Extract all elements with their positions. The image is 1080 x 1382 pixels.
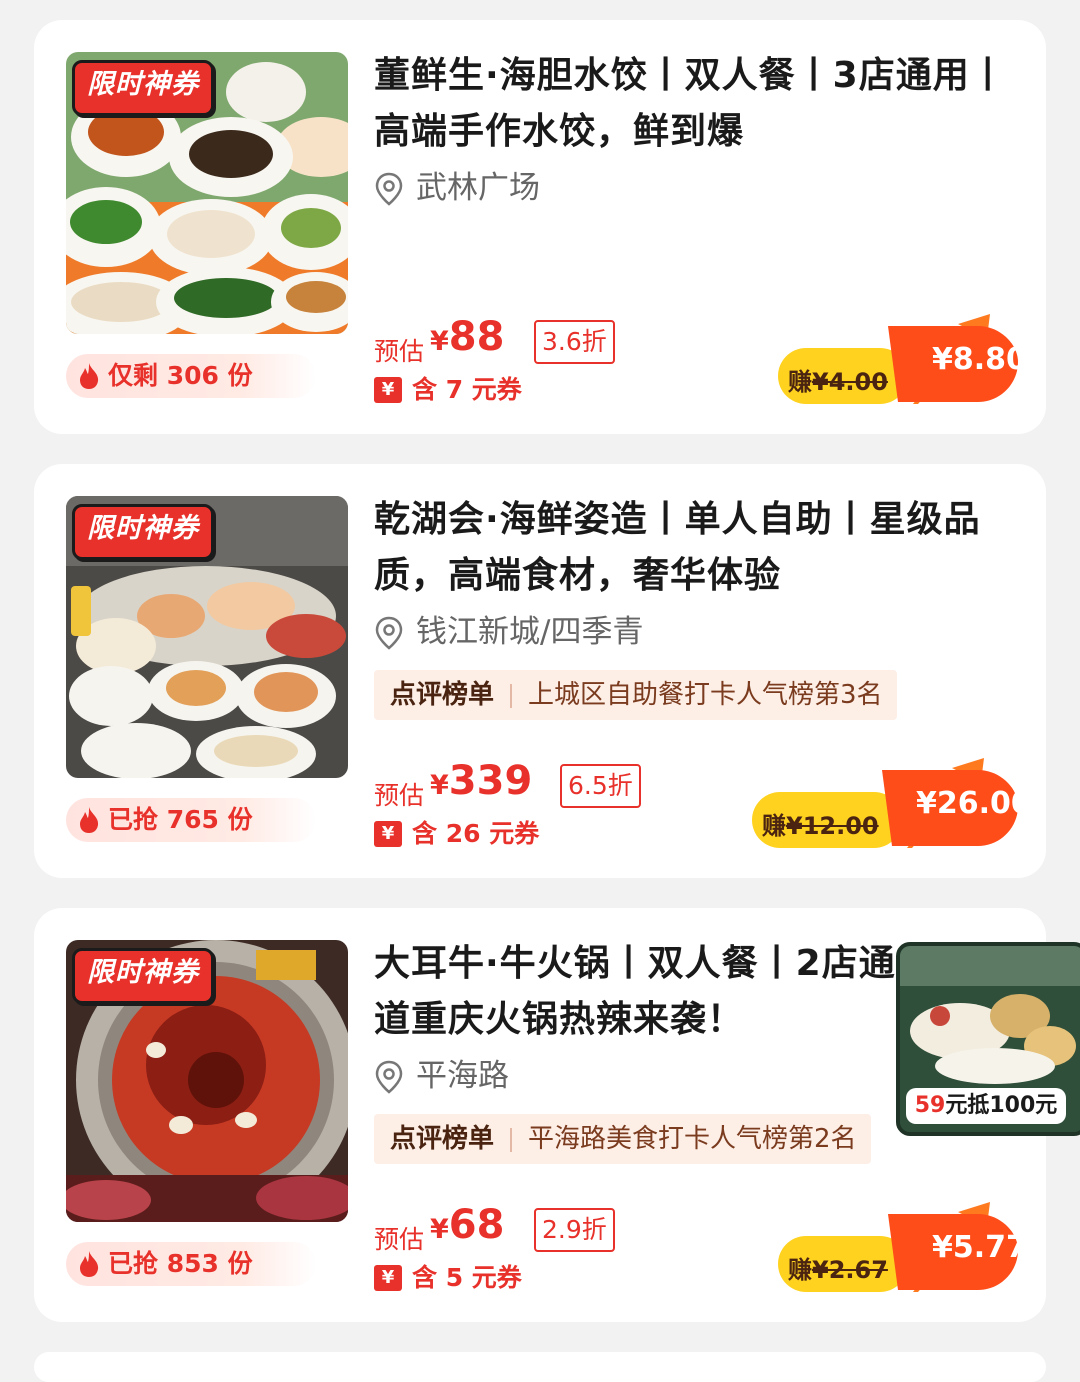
price-row: 预估 ¥339 6.5折: [374, 758, 654, 816]
location-text: 平海路: [416, 1058, 509, 1094]
deal-card[interactable]: 限时神券 仅剩 306 份 董鲜生·海胆水饺丨双人餐丨3店通用丨高端手作水饺，鲜…: [34, 20, 1046, 434]
discount-badge: 3.6折: [534, 320, 615, 364]
stock-badge: 仅剩 306 份: [66, 354, 316, 398]
location-text: 钱江新城/四季青: [416, 614, 644, 650]
limited-coupon-tag: 限时神券: [72, 60, 214, 116]
ranking-badge[interactable]: 点评榜单 上城区自助餐打卡人气榜第3名: [374, 670, 897, 720]
yuan-coupon-icon: ¥: [374, 377, 402, 403]
ranking-label: 点评榜单: [390, 1124, 495, 1154]
deal-card[interactable]: 限时神券 已抢 765 份 乾湖会·海鲜姿造丨单人自助丨星级品质，高端食材，奢华…: [34, 464, 1046, 878]
ranking-divider: [510, 1127, 513, 1152]
price-row: 预估 ¥68 2.9折: [374, 1202, 634, 1260]
stock-text: 仅剩 306 份: [108, 361, 253, 390]
fire-icon: [80, 1251, 99, 1277]
price-amount: ¥339: [430, 758, 533, 804]
floating-promo-ad[interactable]: 59元抵100元: [896, 942, 1080, 1136]
price-prefix: 预估: [374, 337, 425, 366]
stock-badge: 已抢 765 份: [66, 798, 316, 842]
earn-label: 赚¥2.67: [788, 1256, 888, 1284]
deal-image-seafood[interactable]: 限时神券: [66, 496, 348, 778]
earn-button[interactable]: 赚¥12.00 ¥26.00: [752, 758, 1032, 848]
yuan-coupon-icon: ¥: [374, 1265, 402, 1291]
coupon-info: ¥ 含 26 元券: [374, 816, 574, 852]
fire-icon: [80, 807, 99, 833]
fire-icon: [80, 363, 99, 389]
deal-image-dumplings[interactable]: 限时神券: [66, 52, 348, 334]
coupon-info: ¥ 含 5 元券: [374, 1260, 574, 1296]
stock-badge: 已抢 853 份: [66, 1242, 316, 1286]
ranking-badge[interactable]: 点评榜单 平海路美食打卡人气榜第2名: [374, 1114, 871, 1164]
location-text: 武林广场: [416, 170, 540, 206]
price-row: 预估 ¥88 3.6折: [374, 314, 634, 372]
ranking-text: 上城区自助餐打卡人气榜第3名: [528, 680, 883, 710]
deal-title[interactable]: 乾湖会·海鲜姿造丨单人自助丨星级品质，高端食材，奢华体验: [374, 492, 1024, 604]
earn-button[interactable]: 赚¥2.67 ¥5.77: [778, 1202, 1027, 1292]
promo-label[interactable]: 59元抵100元: [906, 1088, 1066, 1124]
price-amount: ¥68: [430, 1202, 505, 1248]
limited-coupon-tag: 限时神券: [72, 948, 214, 1004]
discount-badge: 2.9折: [534, 1208, 615, 1252]
price-amount: ¥88: [430, 314, 505, 360]
price-prefix: 预估: [374, 781, 425, 810]
ranking-text: 平海路美食打卡人气榜第2名: [528, 1124, 857, 1154]
stock-text: 已抢 765 份: [108, 805, 253, 834]
earn-label: 赚¥12.00: [762, 812, 879, 840]
deal-image-hotpot[interactable]: 限时神券: [66, 940, 348, 1222]
coupon-info: ¥ 含 7 元券: [374, 372, 574, 408]
deal-card[interactable]: 限时神券 已抢 853 份 大耳牛·牛火锅丨双人餐丨2店通用丨地道重庆火锅热辣来…: [34, 908, 1046, 1322]
location-pin-icon: [375, 1060, 403, 1094]
limited-coupon-tag: 限时神券: [72, 504, 214, 560]
price-prefix: 预估: [374, 1225, 425, 1254]
stock-text: 已抢 853 份: [108, 1249, 253, 1278]
earn-amount: ¥8.80: [932, 342, 1027, 377]
earn-label: 赚¥4.00: [788, 368, 888, 396]
location-pin-icon: [375, 616, 403, 650]
earn-button[interactable]: 赚¥4.00 ¥8.80: [778, 314, 1027, 404]
deal-card-partial[interactable]: [34, 1352, 1046, 1382]
earn-amount: ¥26.00: [916, 786, 1032, 821]
ranking-label: 点评榜单: [390, 680, 495, 710]
deal-title[interactable]: 董鲜生·海胆水饺丨双人餐丨3店通用丨高端手作水饺，鲜到爆: [374, 48, 1024, 160]
earn-amount: ¥5.77: [932, 1230, 1027, 1265]
yuan-coupon-icon: ¥: [374, 821, 402, 847]
ranking-divider: [510, 683, 513, 708]
location-pin-icon: [375, 172, 403, 206]
discount-badge: 6.5折: [560, 764, 641, 808]
